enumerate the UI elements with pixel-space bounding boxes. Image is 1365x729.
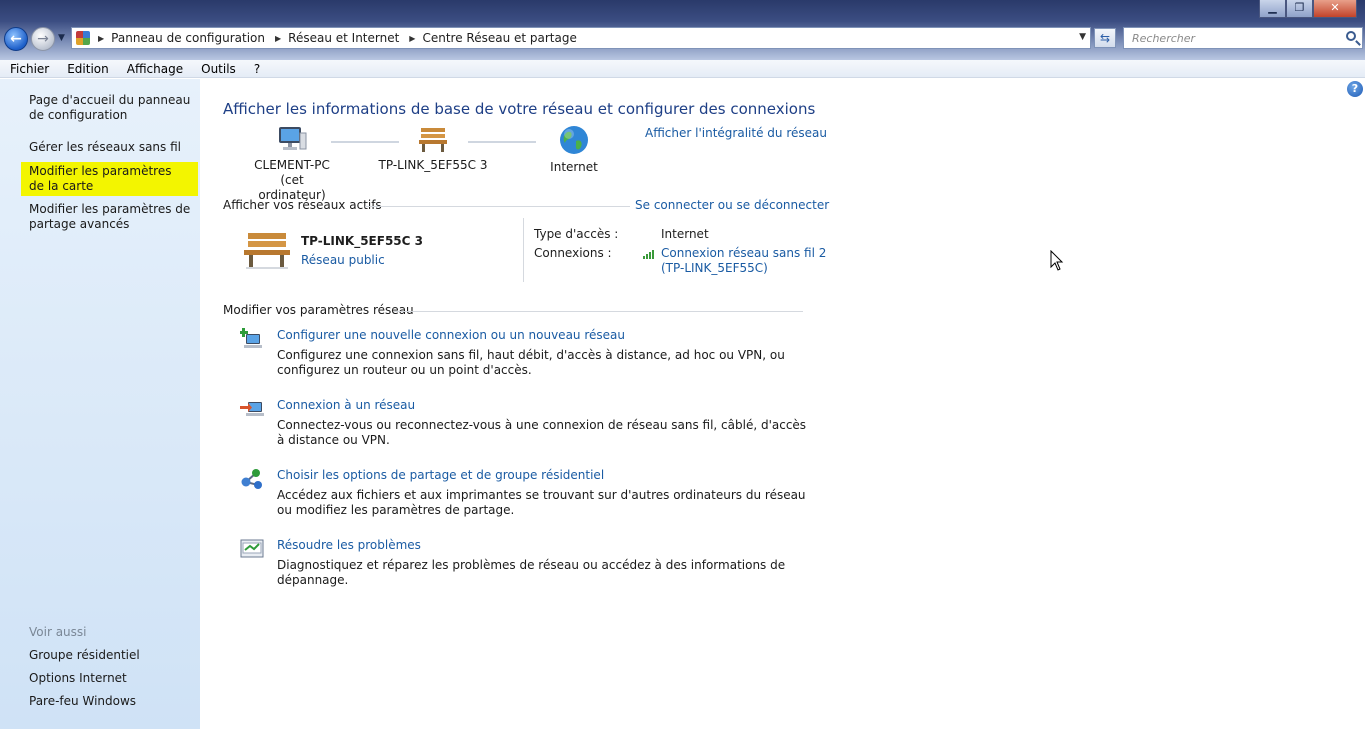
back-button[interactable]: ← (4, 27, 28, 51)
change-settings-heading: Modifier vos paramètres réseau (223, 303, 414, 317)
connect-network-link[interactable]: Connexion à un réseau (277, 398, 415, 412)
connection-ssid[interactable]: (TP-LINK_5EF55C) (661, 261, 768, 275)
window-controls: ▁ ❐ ✕ (1259, 0, 1357, 18)
signal-strength-icon (643, 250, 654, 259)
forward-button[interactable]: → (31, 27, 55, 51)
section-divider (394, 311, 803, 312)
mouse-cursor-icon (1050, 250, 1064, 271)
view-full-map-link[interactable]: Afficher l'intégralité du réseau (645, 126, 827, 140)
sharing-options-link[interactable]: Choisir les options de partage et de gro… (277, 468, 604, 482)
main-content: ? Afficher les informations de base de v… (200, 79, 1365, 729)
troubleshoot-icon (240, 539, 264, 558)
search-input[interactable] (1124, 28, 1324, 48)
map-connector (468, 141, 536, 143)
sidebar-link-manage-wireless[interactable]: Gérer les réseaux sans fil (29, 140, 194, 155)
connection-name[interactable]: Connexion réseau sans fil 2 (661, 246, 826, 260)
chevron-right-icon[interactable]: ▶ (98, 34, 104, 43)
recent-pages-dropdown-icon[interactable]: ▼ (58, 33, 65, 43)
refresh-button[interactable]: ⇆ (1094, 28, 1116, 48)
connect-network-icon (240, 402, 264, 416)
sidebar-link-control-panel-home[interactable]: Page d'accueil du panneau de configurati… (29, 93, 194, 123)
computer-icon (279, 127, 307, 150)
section-divider (365, 206, 630, 207)
chevron-right-icon[interactable]: ▶ (409, 34, 415, 43)
help-icon[interactable]: ? (1347, 81, 1363, 97)
wireless-connection-link[interactable]: Connexion réseau sans fil 2 (TP-LINK_5EF… (661, 246, 826, 276)
see-also-heading: Voir aussi (29, 625, 87, 639)
menu-fichier[interactable]: Fichier (0, 62, 57, 76)
new-connection-icon (240, 328, 262, 348)
control-panel-icon (76, 31, 90, 45)
task-description: Connectez-vous ou reconnectez-vous à une… (277, 418, 807, 447)
sidebar: Page d'accueil du panneau de configurati… (0, 79, 200, 729)
map-node-computer[interactable]: CLEMENT-PC (cet ordinateur) (252, 124, 332, 203)
network-type-link[interactable]: Réseau public (301, 253, 385, 267)
address-bar[interactable]: ▶ Panneau de configuration ▶ Réseau et I… (71, 27, 1091, 49)
menu-edition[interactable]: Edition (57, 62, 117, 76)
bench-icon (419, 128, 447, 152)
connect-disconnect-link[interactable]: Se connecter ou se déconnecter (635, 198, 829, 212)
address-dropdown-icon[interactable]: ▼ (1079, 32, 1086, 42)
chevron-right-icon[interactable]: ▶ (275, 34, 281, 43)
page-title: Afficher les informations de base de vot… (223, 100, 816, 118)
breadcrumb-network-internet[interactable]: Réseau et Internet (288, 31, 399, 45)
search-box[interactable] (1123, 27, 1363, 49)
map-node-network[interactable]: TP-LINK_5EF55C 3 (378, 124, 488, 173)
search-icon[interactable] (1346, 31, 1356, 41)
map-node-internet[interactable]: Internet (539, 124, 609, 175)
menu-affichage[interactable]: Affichage (117, 62, 191, 76)
bench-icon (244, 233, 290, 269)
menu-bar: Fichier Edition Affichage Outils ? (0, 60, 1365, 78)
internet-label: Internet (550, 160, 598, 174)
close-button[interactable]: ✕ (1313, 0, 1357, 18)
sidebar-link-advanced-sharing[interactable]: Modifier les paramètres de partage avanc… (29, 202, 194, 232)
computer-name: CLEMENT-PC (254, 158, 330, 172)
window-titlebar: ▁ ❐ ✕ ← → ▼ ▶ Panneau de configuration ▶… (0, 0, 1365, 60)
globe-icon (560, 126, 588, 154)
sidebar-link-firewall[interactable]: Pare-feu Windows (29, 694, 194, 709)
access-type-label: Type d'accès : (534, 227, 619, 241)
sharing-options-icon (241, 469, 262, 489)
minimize-button[interactable]: ▁ (1259, 0, 1286, 18)
menu-outils[interactable]: Outils (191, 62, 244, 76)
maximize-button[interactable]: ❐ (1286, 0, 1313, 18)
breadcrumb-control-panel[interactable]: Panneau de configuration (111, 31, 265, 45)
connections-label: Connexions : (534, 246, 612, 260)
new-connection-link[interactable]: Configurer une nouvelle connexion ou un … (277, 328, 625, 342)
active-network-name: TP-LINK_5EF55C 3 (301, 234, 423, 248)
breadcrumb-network-center[interactable]: Centre Réseau et partage (422, 31, 576, 45)
vertical-divider (523, 218, 524, 282)
task-description: Configurez une connexion sans fil, haut … (277, 348, 785, 377)
task-description: Diagnostiquez et réparez les problèmes d… (277, 558, 786, 587)
sidebar-link-internet-options[interactable]: Options Internet (29, 671, 194, 686)
sidebar-link-adapter-settings[interactable]: Modifier les paramètres de la carte (21, 162, 198, 196)
troubleshoot-link[interactable]: Résoudre les problèmes (277, 538, 421, 552)
active-networks-heading: Afficher vos réseaux actifs (223, 198, 382, 212)
access-type-value: Internet (661, 227, 709, 241)
menu-help[interactable]: ? (244, 62, 268, 76)
task-description: Accédez aux fichiers et aux imprimantes … (277, 488, 806, 517)
sidebar-link-homegroup[interactable]: Groupe résidentiel (29, 648, 194, 663)
network-map-name: TP-LINK_5EF55C 3 (378, 158, 488, 172)
